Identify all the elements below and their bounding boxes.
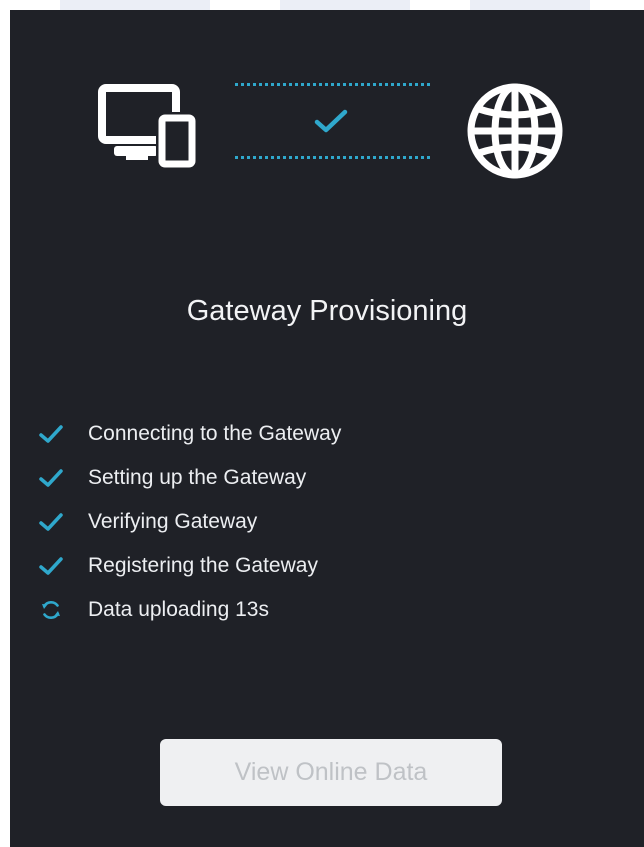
- check-icon: [38, 553, 64, 579]
- watermark-strip: [60, 0, 210, 10]
- sync-icon: [38, 597, 64, 623]
- connection-graphic: [10, 10, 644, 210]
- connection-line-top: [235, 83, 430, 86]
- step-label: Setting up the Gateway: [88, 466, 307, 489]
- globe-icon: [467, 83, 563, 179]
- watermark-strip: [280, 0, 410, 10]
- connection-line-bottom: [235, 156, 430, 159]
- view-online-data-button[interactable]: View Online Data: [160, 739, 502, 806]
- step-connecting: Connecting to the Gateway: [38, 412, 341, 456]
- step-verifying: Verifying Gateway: [38, 500, 341, 544]
- check-icon: [38, 509, 64, 535]
- step-registering: Registering the Gateway: [38, 544, 341, 588]
- step-data-uploading: Data uploading 13s: [38, 588, 341, 632]
- provisioning-screen: Gateway Provisioning Connecting to the G…: [10, 10, 644, 847]
- check-icon: [38, 465, 64, 491]
- check-icon: [38, 421, 64, 447]
- step-label: Registering the Gateway: [88, 554, 318, 577]
- watermark-strip: [470, 0, 590, 10]
- step-label: Data uploading 13s: [88, 598, 269, 621]
- provisioning-steps: Connecting to the Gateway Setting up the…: [38, 412, 341, 632]
- step-label: Connecting to the Gateway: [88, 422, 342, 445]
- step-label: Verifying Gateway: [88, 510, 258, 533]
- check-icon: [314, 109, 348, 133]
- page-title: Gateway Provisioning: [186, 295, 468, 327]
- step-setting-up: Setting up the Gateway: [38, 456, 341, 500]
- devices-icon: [98, 84, 198, 170]
